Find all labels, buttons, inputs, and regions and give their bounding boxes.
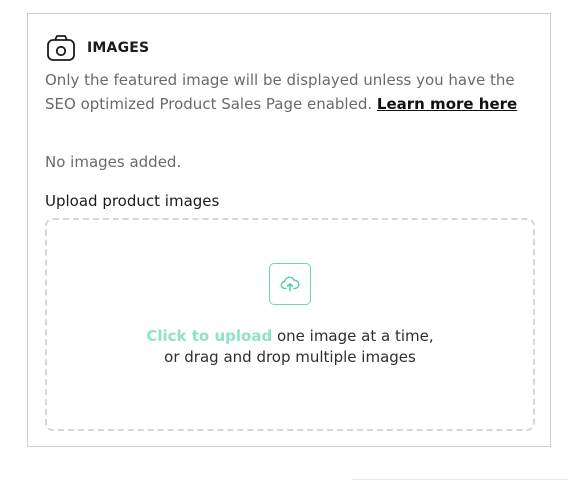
click-to-upload-link[interactable]: Click to upload: [146, 327, 272, 345]
empty-state-text: No images added.: [45, 153, 182, 171]
section-description: Only the featured image will be displaye…: [45, 68, 535, 116]
image-dropzone[interactable]: Click to upload one image at a time, or …: [45, 218, 535, 431]
upload-button[interactable]: [269, 263, 311, 305]
divider: [352, 479, 568, 480]
upload-label: Upload product images: [45, 192, 220, 210]
learn-more-link[interactable]: Learn more here: [377, 95, 517, 113]
section-header: IMAGES: [46, 33, 149, 63]
cloud-upload-icon: [280, 276, 300, 292]
dropzone-line2: or drag and drop multiple images: [164, 348, 416, 366]
images-card: IMAGES Only the featured image will be d…: [27, 13, 551, 447]
section-title: IMAGES: [87, 40, 150, 56]
dropzone-instructions: Click to upload one image at a time, or …: [47, 326, 533, 368]
dropzone-line1: one image at a time,: [276, 327, 434, 345]
camera-icon: [47, 35, 75, 61]
